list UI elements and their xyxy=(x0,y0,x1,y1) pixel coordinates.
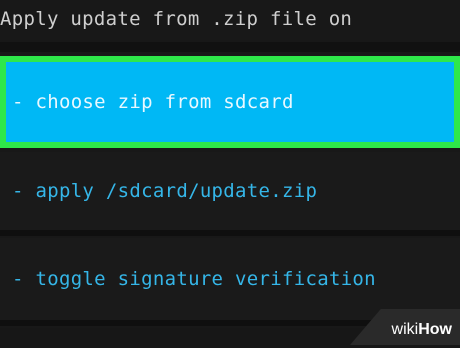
header-divider xyxy=(0,42,460,52)
wikihow-watermark: wikiHow xyxy=(392,321,452,339)
recovery-header: Apply update from .zip file on xyxy=(0,0,460,42)
menu-item-label: - toggle signature verification xyxy=(12,268,376,290)
menu-item-label: - apply /sdcard/update.zip xyxy=(12,180,317,202)
menu-item-label: - choose zip from sdcard xyxy=(12,91,294,113)
recovery-screen: Apply update from .zip file on - choose … xyxy=(0,0,460,345)
menu-item-choose-zip-from-sdcard[interactable]: - choose zip from sdcard xyxy=(0,56,460,148)
menu-item-apply-sdcard-update-zip[interactable]: - apply /sdcard/update.zip xyxy=(0,152,460,236)
watermark-wiki: wiki xyxy=(392,321,419,338)
watermark-how: How xyxy=(418,321,452,338)
header-title: Apply update from .zip file on xyxy=(0,8,352,30)
